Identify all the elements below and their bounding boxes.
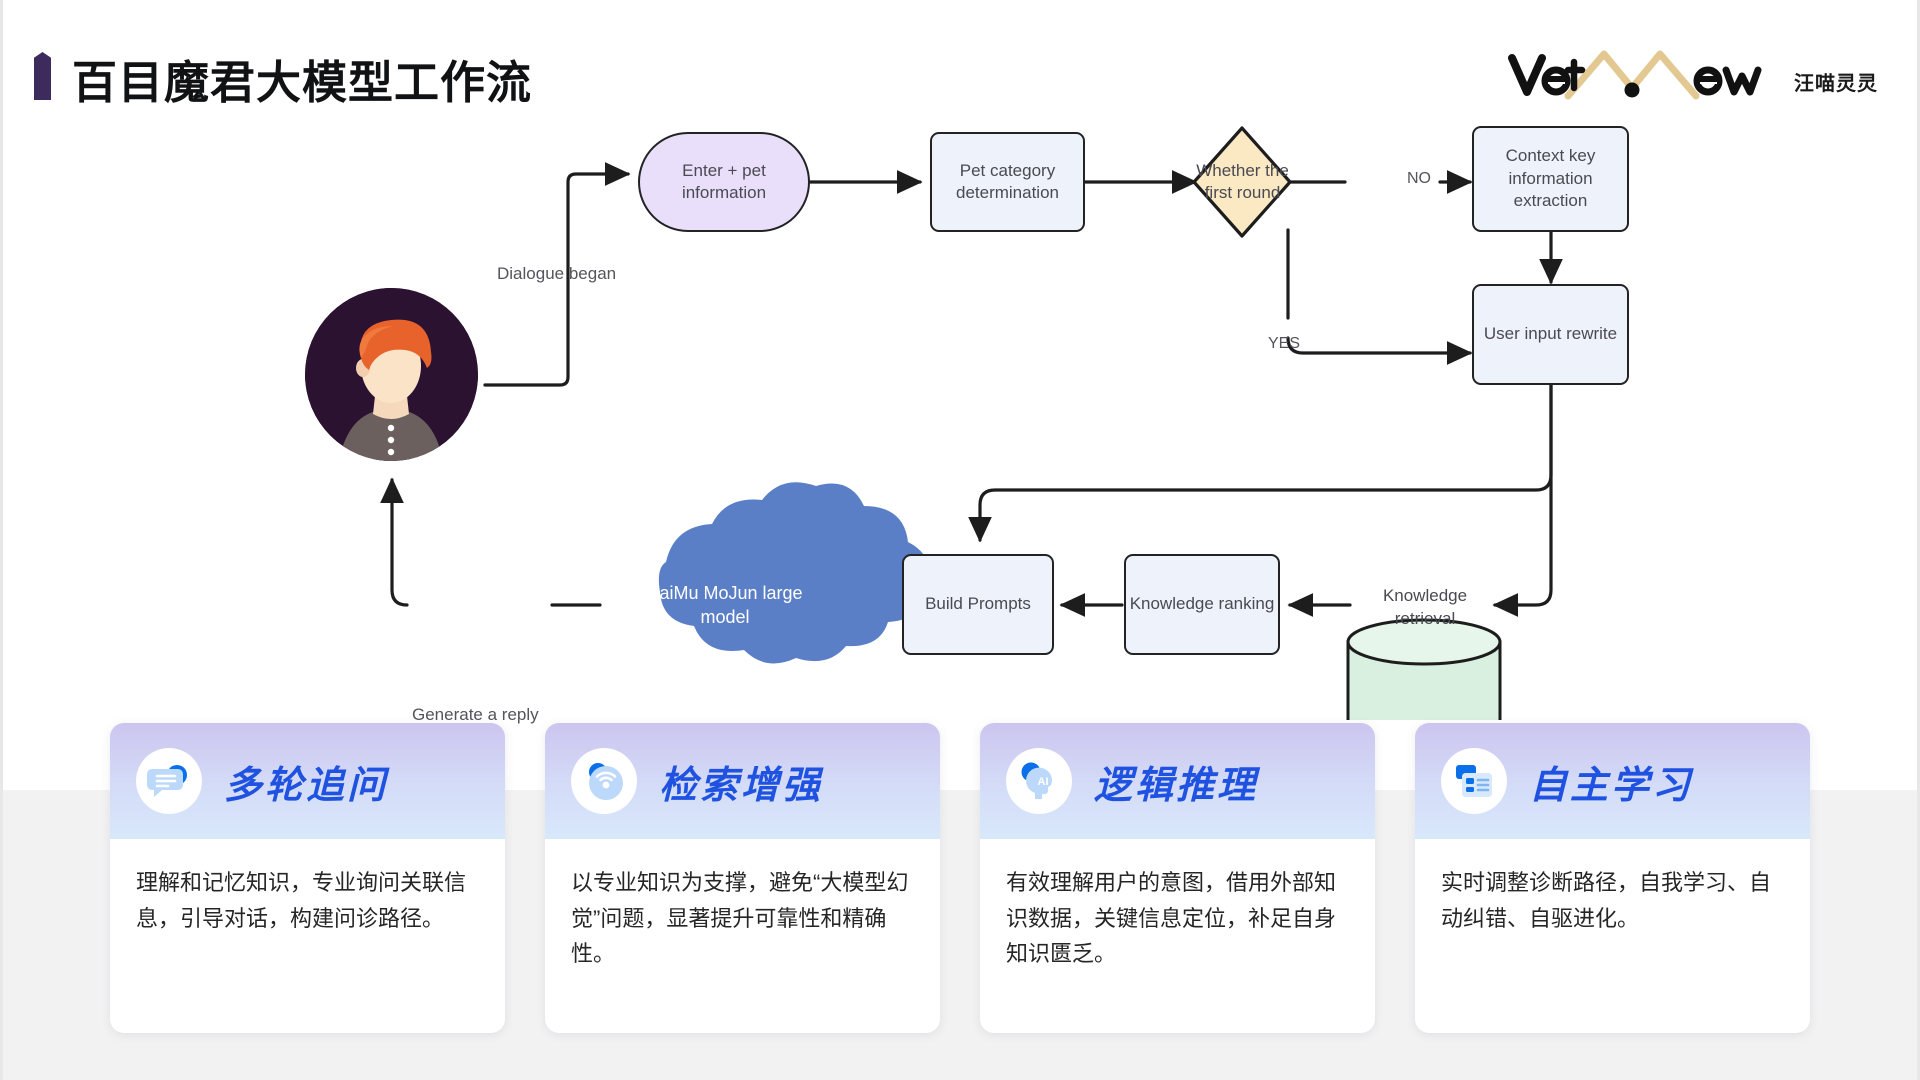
feature-card-3-body: 实时调整诊断路径，自我学习、自动纠错、自驱进化。 [1441,870,1772,931]
feature-card-3-header: 自主学习 [1415,723,1810,839]
workflow-diagram: Enter + pet information Pet category det… [0,100,1920,724]
node-knowledge-ranking-label: Knowledge ranking [1129,594,1275,614]
svg-text:AI: AI [1038,776,1049,788]
feature-card-2[interactable]: AI 逻辑推理 有效理解用户的意图，借用外部知识数据，关键信息定位，补足自身知识… [980,723,1375,1033]
feature-card-2-header: AI 逻辑推理 [980,723,1375,839]
ai-head-icon: AI [1006,748,1072,814]
node-enter-pet-information[interactable]: Enter + pet information [638,132,810,232]
node-whether-first-round-label: Whether the first round [1196,160,1289,202]
feature-card-1-header: 检索增强 [545,723,940,839]
feature-card-2-body: 有效理解用户的意图，借用外部知识数据，关键信息定位，补足自身知识匮乏。 [1006,870,1337,967]
title-accent-bar [34,52,51,100]
node-user-input-rewrite-label: User input rewrite [1483,324,1618,344]
user-avatar [305,288,478,461]
edge-label-generate-a-reply: Generate a reply [412,705,539,724]
vetmew-wordmark-icon [1508,48,1780,100]
node-user-input-rewrite[interactable]: User input rewrite [1472,284,1629,385]
edge-label-no: NO [1407,170,1431,187]
node-enter-pet-information-label: Enter + pet information [681,160,767,202]
node-baimu-mojun-large-model[interactable]: BaiMu MoJun large model [630,570,820,640]
feature-card-0-body: 理解和记忆知识，专业询问关联信息，引导对话，构建问诊路径。 [136,870,467,931]
node-baimu-mojun-large-model-label: BaiMu MoJun large model [647,582,803,627]
node-pet-category-determination-label: Pet category determination [955,160,1059,202]
feature-card-0[interactable]: 多轮追问 理解和记忆知识，专业询问关联信息，引导对话，构建问诊路径。 [110,723,505,1033]
document-list-icon [1441,748,1507,814]
node-knowledge-retrieval[interactable]: Knowledge retrieval [1366,578,1484,638]
node-knowledge-ranking[interactable]: Knowledge ranking [1124,554,1280,655]
chat-bubble-icon [136,748,202,814]
feature-card-1-body: 以专业知识为支撑，避免“大模型幻觉”问题，显著提升可靠性和精确性。 [571,870,909,967]
brand-logo: 汪喵灵灵 [1508,48,1878,100]
brand-logo-cn-text: 汪喵灵灵 [1794,73,1878,95]
feature-card-0-title: 多轮追问 [224,764,389,807]
node-context-key-information-extraction[interactable]: Context key information extraction [1472,126,1629,232]
node-pet-category-determination[interactable]: Pet category determination [930,132,1085,232]
node-build-prompts-label: Build Prompts [925,594,1031,614]
feature-card-1-title: 检索增强 [659,764,824,807]
node-whether-first-round[interactable]: Whether the first round [1196,148,1289,216]
edge-label-yes: YES [1268,335,1301,352]
node-build-prompts[interactable]: Build Prompts [902,554,1054,655]
feature-card-0-header: 多轮追问 [110,723,505,839]
feature-card-3-title: 自主学习 [1529,764,1694,807]
node-knowledge-retrieval-label: Knowledge retrieval [1382,586,1468,628]
node-context-key-information-extraction-label: Context key information extraction [1505,146,1596,211]
feature-card-2-title: 逻辑推理 [1094,764,1259,807]
feature-cards: 多轮追问 理解和记忆知识，专业询问关联信息，引导对话，构建问诊路径。 检索增强 … [110,723,1810,1033]
feature-card-1[interactable]: 检索增强 以专业知识为支撑，避免“大模型幻觉”问题，显著提升可靠性和精确性。 [545,723,940,1033]
radar-signal-icon [571,748,637,814]
edge-label-dialogue-began: Dialogue began [497,264,617,283]
feature-card-3[interactable]: 自主学习 实时调整诊断路径，自我学习、自动纠错、自驱进化。 [1415,723,1810,1033]
